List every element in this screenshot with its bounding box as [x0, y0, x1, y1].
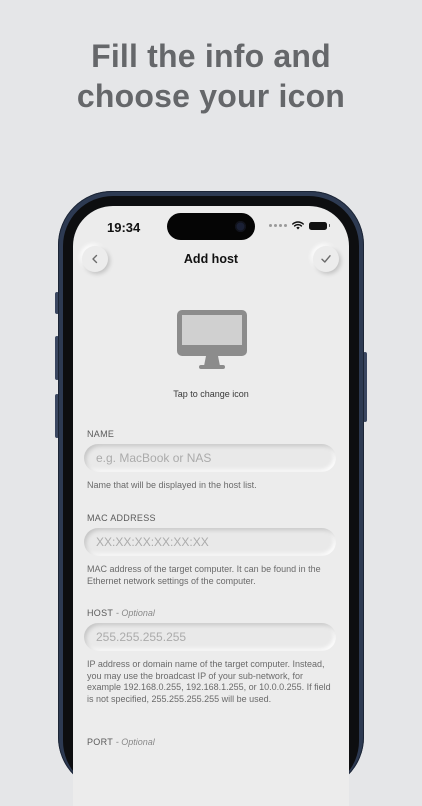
phone-frame: 19:34 Add host Tap to change icon NAME e…: [58, 191, 364, 806]
change-icon-hint: Tap to change icon: [173, 389, 249, 399]
save-button[interactable]: [313, 246, 339, 272]
name-field-help: Name that will be displayed in the host …: [87, 480, 257, 490]
host-label-text: HOST: [87, 608, 114, 618]
host-field-label: HOST - Optional: [87, 608, 155, 618]
name-input[interactable]: [84, 444, 336, 472]
page-title: Add host: [183, 252, 239, 266]
mac-field-label: MAC ADDRESS: [87, 513, 156, 523]
camera-icon: [235, 221, 246, 232]
icon-picker-button[interactable]: [177, 310, 247, 372]
signal-icon: [269, 224, 287, 227]
port-label-text: PORT: [87, 737, 113, 747]
status-time: 19:34: [107, 220, 141, 235]
host-input[interactable]: [84, 623, 336, 651]
host-field-help: IP address or domain name of the target …: [87, 659, 331, 704]
dynamic-island: [167, 213, 255, 240]
phone-screen: 19:34 Add host Tap to change icon NAME e…: [73, 206, 349, 806]
mac-address-input[interactable]: [84, 528, 336, 556]
mac-field-help: MAC address of the target computer. It c…: [87, 564, 321, 586]
headline-line-1: Fill the info and: [91, 38, 331, 74]
battery-icon: [309, 221, 330, 230]
wifi-icon: [292, 221, 304, 230]
imac-icon: [177, 310, 247, 369]
headline: Fill the info and choose your icon: [0, 36, 422, 116]
headline-line-2: choose your icon: [76, 78, 346, 114]
name-field-label: NAME: [87, 429, 115, 439]
status-indicators: [269, 221, 330, 230]
port-optional-tag: - Optional: [115, 737, 155, 747]
port-field-label: PORT - Optional: [87, 737, 155, 747]
host-optional-tag: - Optional: [115, 608, 155, 618]
checkmark-icon: [321, 255, 331, 263]
